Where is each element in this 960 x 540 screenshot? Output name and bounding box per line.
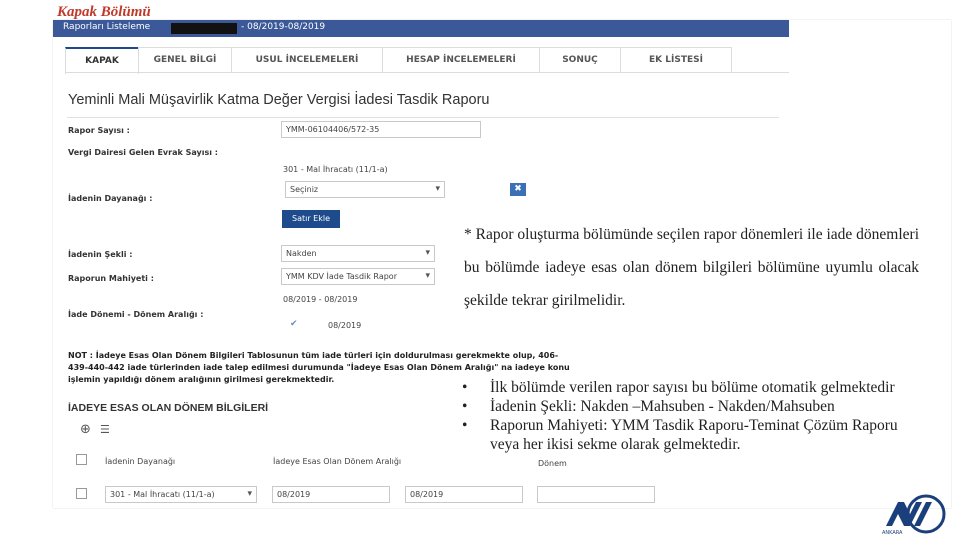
sekli-label: İadenin Şekli :: [68, 250, 133, 259]
form-title: Yeminli Mali Müşavirlik Katma Değer Verg…: [68, 92, 490, 108]
donem-checked-value: 08/2019: [328, 321, 362, 330]
tab-divider: [65, 72, 789, 73]
period-header: - 08/2019-08/2019: [241, 22, 326, 32]
bullet-dot: •: [462, 398, 468, 415]
col-header-dayanak: İadenin Dayanağı: [105, 457, 176, 466]
header-checkbox[interactable]: [76, 454, 87, 465]
delete-list-icon[interactable]: ☰: [100, 423, 110, 436]
ymm-logo: ANKARA: [880, 492, 946, 536]
tab-kapak[interactable]: KAPAK: [65, 47, 139, 74]
bullet-item: • İadenin Şekli: Nakden –Mahsuben - Nakde…: [462, 397, 912, 416]
note-line: NOT : İadeye Esas Olan Dönem Bilgileri T…: [68, 351, 559, 360]
row-donem-input[interactable]: [537, 486, 655, 503]
satir-ekle-button[interactable]: Satır Ekle: [282, 210, 340, 228]
evrak-sayisi-label: Vergi Dairesi Gelen Evrak Sayısı :: [68, 148, 218, 157]
mahiyeti-label: Raporun Mahiyeti :: [68, 274, 154, 283]
tab-usul-incelemeleri[interactable]: USUL İNCELEMELERİ: [231, 47, 383, 73]
rapor-sayisi-label: Rapor Sayısı :: [68, 126, 130, 135]
bullet-text: İadenin Şekli: Nakden –Mahsuben - Nakden…: [490, 398, 835, 415]
add-circle-icon[interactable]: ⊕: [80, 422, 91, 437]
col-header-donem: Dönem: [538, 459, 567, 468]
row-checkbox[interactable]: [76, 488, 87, 499]
explanation-paragraph: * Rapor oluşturma bölümünde seçilen rapo…: [464, 226, 919, 309]
dayanak-label: İadenin Dayanağı :: [68, 194, 153, 203]
top-bar: Raporları Listeleme - 08/2019-08/2019: [53, 20, 789, 37]
breadcrumb[interactable]: Raporları Listeleme: [63, 22, 150, 32]
logo-text: ANKARA: [882, 530, 903, 536]
bullet-dot: •: [462, 417, 468, 434]
row-start-input[interactable]: 08/2019: [272, 486, 390, 503]
explanation-bullets: • İlk bölümde verilen rapor sayısı bu böl…: [462, 378, 912, 454]
dayanak-select[interactable]: Seçiniz: [285, 181, 445, 198]
row-end-input[interactable]: 08/2019: [405, 486, 523, 503]
title-divider: [67, 117, 779, 118]
tab-hesap-incelemeleri[interactable]: HESAP İNCELEMELERİ: [382, 47, 540, 73]
tab-sonuc[interactable]: SONUÇ: [539, 47, 621, 73]
dayanak-value: 301 - Mal İhracatı (11/1-a): [283, 165, 388, 174]
row-dayanak-select[interactable]: 301 - Mal İhracatı (11/1-a): [105, 486, 257, 503]
section-title: İADEYE ESAS OLAN DÖNEM BİLGİLERİ: [68, 402, 269, 414]
sekli-select[interactable]: Nakden: [281, 245, 435, 262]
checkbox-checked-icon[interactable]: ✔: [290, 319, 298, 329]
donem-label: İade Dönemi - Dönem Aralığı :: [68, 310, 204, 319]
col-header-donem-araligi: İadeye Esas Olan Dönem Aralığı: [273, 457, 402, 466]
close-icon[interactable]: ✖: [510, 183, 526, 196]
bullet-item: • İlk bölümde verilen rapor sayısı bu böl…: [462, 378, 912, 397]
redacted-box: [171, 23, 237, 34]
logo-icon: ANKARA: [882, 494, 946, 536]
slide-title: Kapak Bölümü: [57, 4, 151, 20]
bullet-item: • Raporun Mahiyeti: YMM Tasdik Raporu-Tem…: [462, 416, 912, 454]
rapor-sayisi-input[interactable]: YMM-06104406/572-35: [281, 121, 481, 138]
bullet-text: Raporun Mahiyeti: YMM Tasdik Raporu-Temi…: [490, 417, 898, 453]
note-line: 439-440-442 iade türlerinden iade talep …: [68, 363, 570, 372]
tab-ek-listesi[interactable]: EK LİSTESİ: [620, 47, 732, 73]
bullet-dot: •: [462, 379, 468, 396]
tab-genel-bilgi[interactable]: GENEL BİLGİ: [138, 47, 232, 73]
bullet-text: İlk bölümde verilen rapor sayısı bu bölü…: [490, 379, 895, 396]
donem-range: 08/2019 - 08/2019: [283, 295, 358, 304]
mahiyeti-select[interactable]: YMM KDV İade Tasdik Rapor: [281, 268, 435, 285]
